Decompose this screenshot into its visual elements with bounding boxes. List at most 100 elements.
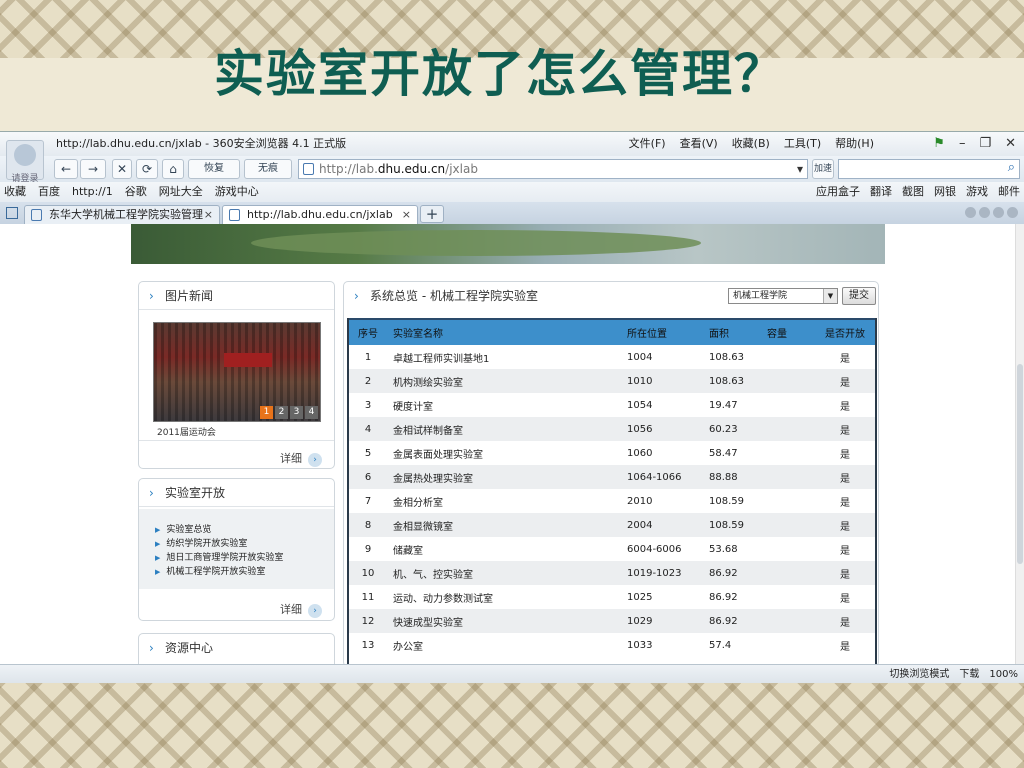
chevron-down-icon[interactable]: ▼ bbox=[823, 289, 837, 303]
tab-nav-icon[interactable] bbox=[1007, 207, 1018, 218]
cell-open: 是 bbox=[840, 497, 850, 509]
pager-3[interactable]: 3 bbox=[290, 406, 303, 419]
cell-index: 4 bbox=[347, 417, 389, 441]
tool-games[interactable]: 游戏 bbox=[966, 182, 988, 202]
tool-app-box[interactable]: 应用盒子 bbox=[816, 182, 860, 202]
tool-bank[interactable]: 网银 bbox=[934, 182, 956, 202]
table-row[interactable]: 8 金相显微镜室 2004 108.59 是 bbox=[347, 513, 877, 537]
new-tab-button[interactable]: + bbox=[420, 205, 444, 223]
tab-nav-icon[interactable] bbox=[993, 207, 1004, 218]
table-row[interactable]: 5 金属表面处理实验室 1060 58.47 是 bbox=[347, 441, 877, 465]
menu-file[interactable]: 文件(F) bbox=[629, 132, 666, 156]
table-row[interactable]: 3 硬度计室 1054 19.47 是 bbox=[347, 393, 877, 417]
restore-button[interactable]: 恢复 bbox=[188, 159, 240, 179]
no-trace-button[interactable]: 无痕 bbox=[244, 159, 292, 179]
tab-lab-management[interactable]: 东华大学机械工程学院实验管理 × bbox=[24, 205, 220, 224]
menu-tools[interactable]: 工具(T) bbox=[784, 132, 821, 156]
table-row[interactable]: 10 机、气、控实验室 1019-1023 86.92 是 bbox=[347, 561, 877, 585]
tool-translate[interactable]: 翻译 bbox=[870, 182, 892, 202]
col-area[interactable]: 面积 bbox=[709, 318, 767, 345]
news-more-link[interactable]: 详细 › bbox=[280, 450, 322, 467]
submit-button[interactable]: 提交 bbox=[842, 287, 876, 305]
address-dropdown-icon[interactable]: ▾ bbox=[797, 160, 803, 178]
col-name[interactable]: 实验室名称 bbox=[389, 318, 627, 345]
table-row[interactable]: 13 办公室 1033 57.4 是 bbox=[347, 633, 877, 657]
search-input[interactable]: ⌕ bbox=[838, 159, 1020, 179]
fav-games-center[interactable]: 游戏中心 bbox=[215, 182, 259, 202]
tab-jxlab[interactable]: http://lab.dhu.edu.cn/jxlab × bbox=[222, 205, 418, 224]
fav-sites[interactable]: 网址大全 bbox=[159, 182, 203, 202]
cell-location: 1029 bbox=[627, 609, 709, 633]
cell-index: 5 bbox=[364, 447, 372, 459]
home-button[interactable]: ⌂ bbox=[162, 159, 184, 179]
tab-nav-icon[interactable] bbox=[965, 207, 976, 218]
link-business-lab[interactable]: ▶ 旭日工商管理学院开放实验室 bbox=[155, 551, 334, 565]
news-photo[interactable]: 1 2 3 4 bbox=[153, 322, 321, 422]
table-row[interactable]: 6 金属热处理实验室 1064-1066 88.88 是 bbox=[347, 465, 877, 489]
zoom-level[interactable]: 100% bbox=[989, 665, 1018, 683]
minimize-icon[interactable]: – bbox=[959, 132, 966, 156]
photo-pager: 1 2 3 4 bbox=[260, 406, 318, 419]
cell-name: 办公室 bbox=[393, 641, 423, 653]
tab-close-icon[interactable]: × bbox=[402, 206, 411, 224]
table-row[interactable]: 11 运动、动力参数测试室 1025 86.92 是 bbox=[347, 585, 877, 609]
college-select[interactable]: 机械工程学院 ▼ bbox=[728, 288, 838, 304]
open-lab-more-link[interactable]: 详细 › bbox=[280, 601, 322, 618]
forward-button[interactable]: → bbox=[80, 159, 106, 179]
tool-screenshot[interactable]: 截图 bbox=[902, 182, 924, 202]
skin-icon[interactable]: ⚑ bbox=[933, 132, 945, 156]
col-open[interactable]: 是否开放 bbox=[813, 318, 877, 345]
table-row[interactable]: 12 快速成型实验室 1029 86.92 是 bbox=[347, 609, 877, 633]
cell-location: 1056 bbox=[627, 417, 709, 441]
cell-name: 金相试样制备室 bbox=[389, 417, 627, 441]
link-mechanical-lab[interactable]: ▶ 机械工程学院开放实验室 bbox=[155, 565, 334, 579]
cell-name: 金相显微镜室 bbox=[389, 513, 627, 537]
accelerate-button[interactable]: 加速 bbox=[812, 159, 834, 179]
cell-name: 卓越工程师实训基地1 bbox=[393, 353, 490, 365]
tab-close-icon[interactable]: × bbox=[204, 206, 213, 224]
close-window-icon[interactable]: ✕ bbox=[1005, 132, 1016, 156]
maximize-icon[interactable]: ❐ bbox=[979, 132, 991, 156]
pager-2[interactable]: 2 bbox=[275, 406, 288, 419]
cell-index: 8 bbox=[347, 513, 389, 537]
fav-http1[interactable]: http://1 bbox=[72, 182, 113, 202]
table-row[interactable]: 7 金相分析室 2010 108.59 是 bbox=[347, 489, 877, 513]
chevron-right-icon: › bbox=[149, 486, 154, 500]
cell-location: 1010 bbox=[627, 369, 709, 393]
table-row[interactable]: 1 卓越工程师实训基地1 1004 108.63 是 bbox=[347, 345, 877, 369]
address-bar[interactable]: http://lab.dhu.edu.cn/jxlab ▾ bbox=[298, 159, 808, 179]
refresh-button[interactable]: ⟳ bbox=[136, 159, 158, 179]
stop-button[interactable]: ✕ bbox=[112, 159, 132, 179]
tool-mail[interactable]: 邮件 bbox=[998, 182, 1020, 202]
pager-4[interactable]: 4 bbox=[305, 406, 318, 419]
menu-help[interactable]: 帮助(H) bbox=[835, 132, 874, 156]
col-capacity[interactable]: 容量 bbox=[767, 318, 813, 345]
table-row[interactable]: 2 机构测绘实验室 1010 108.63 是 bbox=[347, 369, 877, 393]
panel-title: 图片新闻 bbox=[165, 289, 214, 303]
slide-title: 实验室开放了怎么管理？ bbox=[214, 45, 786, 103]
table-row[interactable]: 4 金相试样制备室 1056 60.23 是 bbox=[347, 417, 877, 441]
bottom-pattern-band bbox=[0, 682, 1024, 768]
tab-list-icon[interactable] bbox=[6, 207, 18, 219]
vertical-scrollbar[interactable] bbox=[1015, 224, 1024, 664]
cell-index: 9 bbox=[364, 543, 372, 555]
menu-favorites[interactable]: 收藏(B) bbox=[732, 132, 770, 156]
col-index[interactable]: 序号 bbox=[347, 318, 389, 345]
switch-mode-button[interactable]: 切换浏览模式 bbox=[889, 665, 949, 683]
search-icon[interactable]: ⌕ bbox=[1008, 160, 1015, 175]
fav-google[interactable]: 谷歌 bbox=[125, 182, 147, 202]
cell-location: 2004 bbox=[627, 513, 709, 537]
download-button[interactable]: 下载 bbox=[959, 665, 979, 683]
user-avatar[interactable]: 请登录 bbox=[6, 140, 44, 184]
cell-area: 108.63 bbox=[709, 351, 744, 363]
cell-area: 86.92 bbox=[709, 609, 767, 633]
menu-view[interactable]: 查看(V) bbox=[680, 132, 718, 156]
table-row[interactable]: 9 储藏室 6004-6006 53.68 是 bbox=[347, 537, 877, 561]
tab-nav-icon[interactable] bbox=[979, 207, 990, 218]
link-textile-lab[interactable]: ▶ 纺织学院开放实验室 bbox=[155, 537, 334, 551]
back-button[interactable]: ← bbox=[54, 159, 78, 179]
scrollbar-thumb[interactable] bbox=[1017, 364, 1023, 564]
link-lab-overview[interactable]: ▶ 实验室总览 bbox=[155, 523, 334, 537]
col-location[interactable]: 所在位置 bbox=[627, 318, 709, 345]
pager-1[interactable]: 1 bbox=[260, 406, 273, 419]
